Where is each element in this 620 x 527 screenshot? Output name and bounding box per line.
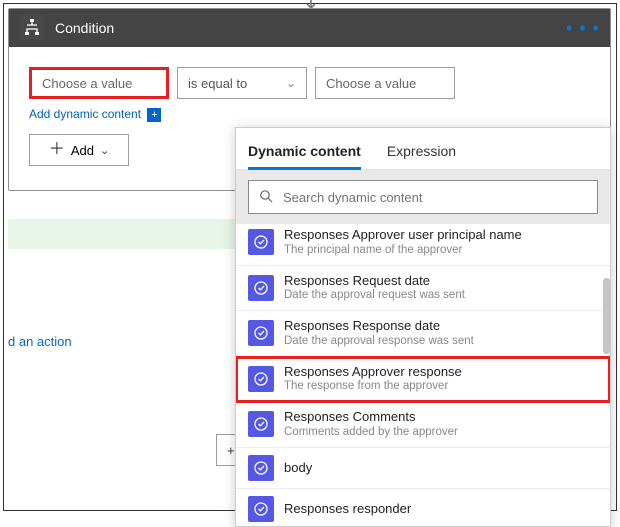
- dynamic-content-list[interactable]: Responses Approver user principal nameTh…: [236, 224, 610, 526]
- list-item[interactable]: Responses Response dateDate the approval…: [236, 311, 610, 357]
- condition-title: Condition: [55, 20, 566, 36]
- list-item[interactable]: body: [236, 448, 610, 489]
- condition-row: Choose a value is equal to ⌄ Choose a va…: [29, 67, 590, 99]
- approvals-icon: [248, 320, 274, 346]
- scrollbar-thumb[interactable]: [603, 278, 610, 354]
- list-item[interactable]: Responses Request dateDate the approval …: [236, 266, 610, 312]
- fx-plus-icon: +: [147, 108, 161, 122]
- approvals-icon: [248, 366, 274, 392]
- approvals-icon: [248, 411, 274, 437]
- approvals-icon: [248, 455, 274, 481]
- condition-menu-button[interactable]: • • •: [566, 18, 600, 39]
- list-item[interactable]: Responses Approver user principal nameTh…: [236, 224, 610, 266]
- list-item-approver-response[interactable]: Responses Approver responseThe response …: [236, 357, 610, 403]
- list-item[interactable]: Responses CommentsComments added by the …: [236, 402, 610, 448]
- plus-icon: ＋: [49, 142, 65, 158]
- approvals-icon: [248, 275, 274, 301]
- approvals-icon: [248, 229, 274, 255]
- value2-input[interactable]: Choose a value: [315, 67, 455, 99]
- search-icon: [259, 189, 273, 206]
- operator-select[interactable]: is equal to ⌄: [177, 67, 307, 99]
- search-input[interactable]: [248, 180, 598, 214]
- add-button[interactable]: ＋ Add ⌄: [29, 134, 129, 166]
- value1-input[interactable]: Choose a value: [29, 67, 169, 99]
- approvals-icon: [248, 496, 274, 522]
- search-field[interactable]: [283, 190, 587, 205]
- list-item[interactable]: Responses responder: [236, 489, 610, 526]
- add-an-action-link-clipped[interactable]: d an action: [8, 334, 72, 349]
- add-dynamic-content-link[interactable]: Add dynamic content +: [29, 107, 590, 122]
- condition-header[interactable]: Condition • • •: [9, 9, 610, 47]
- tab-expression[interactable]: Expression: [387, 143, 456, 169]
- tab-dynamic-content[interactable]: Dynamic content: [248, 143, 361, 169]
- chevron-down-icon: ⌄: [100, 144, 109, 157]
- dynamic-content-popup: Dynamic content Expression Responses App…: [235, 127, 611, 527]
- condition-icon: [19, 15, 45, 41]
- chevron-down-icon: ⌄: [286, 76, 296, 90]
